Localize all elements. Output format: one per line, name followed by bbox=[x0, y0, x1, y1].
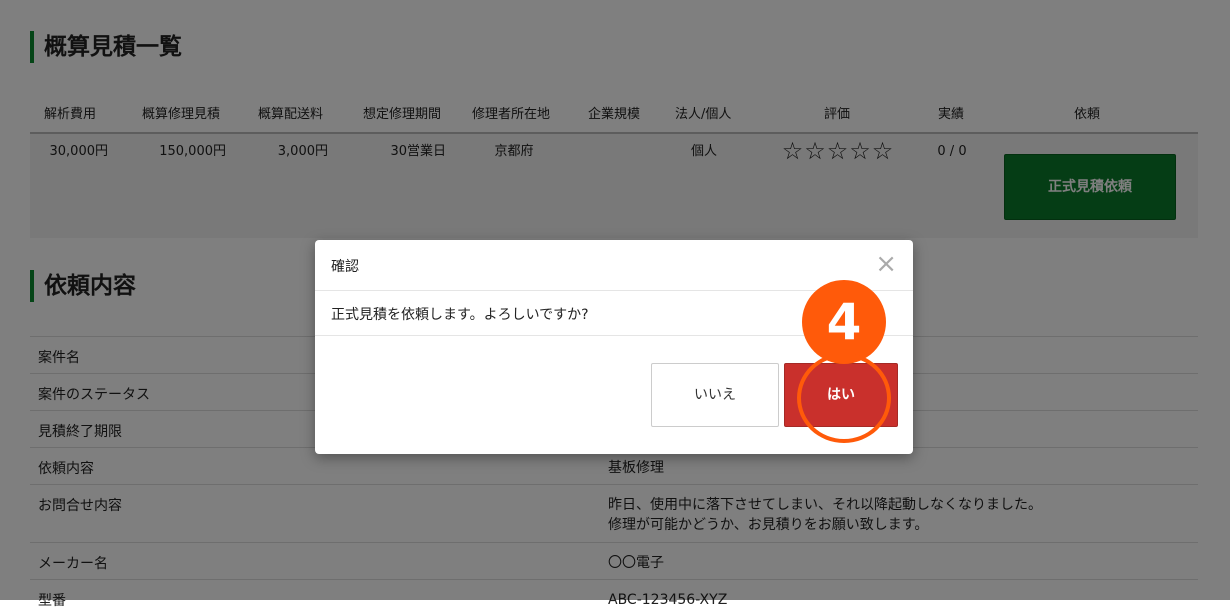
dialog-message: 正式見積を依頼します。よろしいですか? bbox=[331, 307, 589, 323]
step-number-badge: 4 bbox=[802, 280, 886, 364]
page: 概算見積一覧 解析費用 概算修理見積 概算配送料 想定修理期間 修理者所在地 企… bbox=[0, 0, 1230, 609]
close-icon[interactable]: × bbox=[875, 250, 897, 278]
highlight-circle bbox=[797, 353, 891, 443]
dialog-header: 確認 × bbox=[315, 240, 913, 291]
no-button[interactable]: いいえ bbox=[651, 363, 779, 427]
dialog-title: 確認 bbox=[331, 259, 359, 275]
